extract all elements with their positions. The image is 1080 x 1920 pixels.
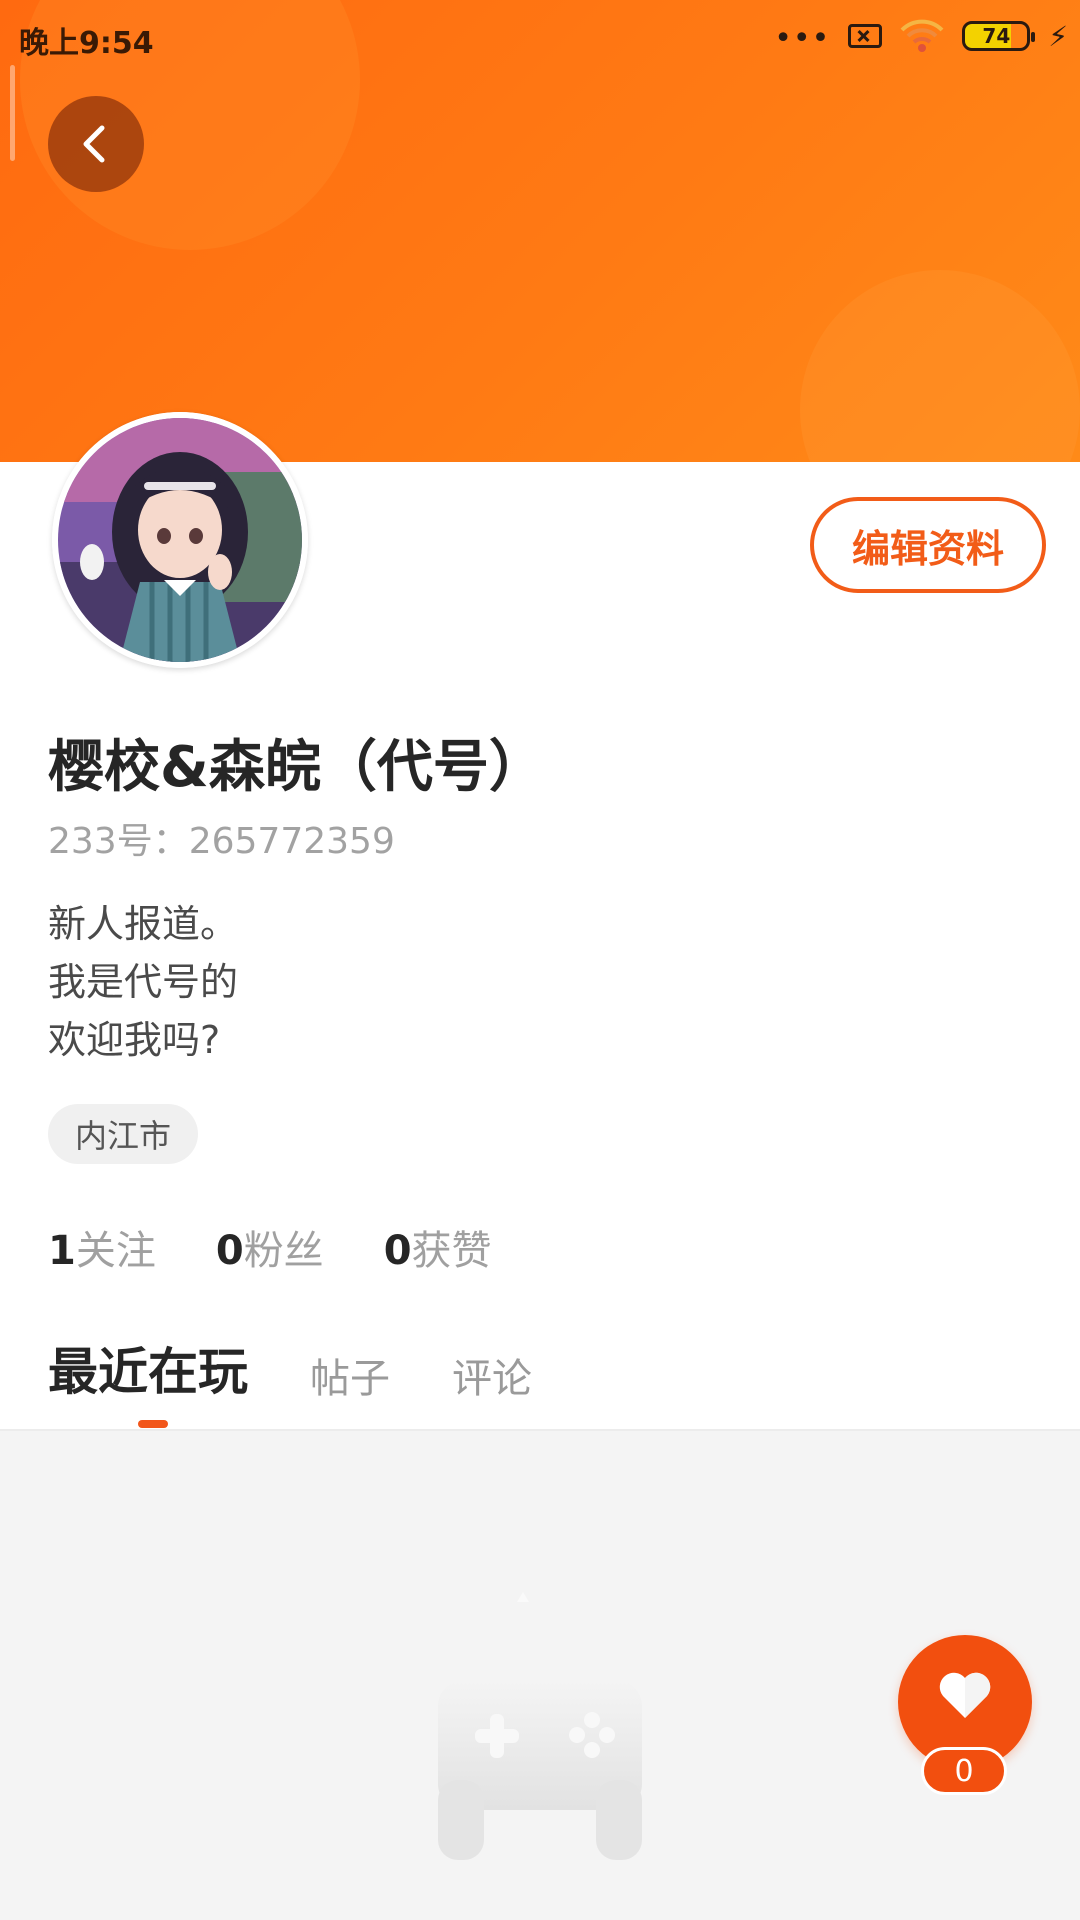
edge-handle (10, 65, 15, 161)
tab-recently-played[interactable]: 最近在玩 (48, 1332, 248, 1404)
status-bar: 晚上9:54 ••• 74 ⚡ (0, 0, 1080, 70)
gamepad-icon (438, 1592, 642, 1860)
avatar-illustration (52, 412, 308, 668)
stat-following[interactable]: 1关注 (48, 1218, 156, 1276)
stat-label: 获赞 (411, 1228, 492, 1274)
bio-line: 新人报道。 (48, 902, 239, 946)
battery-icon: 74 (962, 21, 1036, 51)
status-time: 晚上9:54 (19, 26, 154, 61)
back-button[interactable] (48, 96, 144, 192)
tab-comments[interactable]: 评论 (452, 1346, 532, 1404)
status-icons: ••• 74 ⚡ (774, 14, 1068, 58)
like-count: 0 (921, 1747, 1007, 1795)
bio: 新人报道。 我是代号的 欢迎我吗? (48, 895, 238, 1069)
tab-indicator (138, 1420, 168, 1428)
back-arrow-icon (83, 125, 105, 163)
profile-tabs: 最近在玩 帖子 评论 (48, 1332, 532, 1404)
charging-icon: ⚡ (1048, 19, 1068, 53)
bio-line: 我是代号的 (48, 960, 239, 1004)
wifi-icon (900, 19, 944, 52)
tab-posts[interactable]: 帖子 (310, 1346, 390, 1404)
heart-icon (939, 1672, 991, 1718)
stat-number: 1 (48, 1228, 76, 1274)
stat-number: 0 (215, 1228, 244, 1274)
user-id: 233号：265772359 (48, 821, 395, 862)
location-tag: 内江市 (48, 1104, 199, 1164)
stat-likes[interactable]: 0获赞 (384, 1218, 492, 1276)
avatar[interactable] (52, 412, 308, 668)
stat-label: 关注 (75, 1228, 156, 1274)
more-dots-icon: ••• (774, 21, 831, 56)
stat-followers[interactable]: 0粉丝 (216, 1218, 324, 1276)
edit-profile-button[interactable]: 编辑资料 (810, 497, 1046, 593)
no-sim-icon (848, 24, 883, 48)
banner-decoration (800, 270, 1080, 462)
stat-number: 0 (383, 1228, 412, 1274)
stats-row: 1关注 0粉丝 0获赞 (48, 1218, 492, 1276)
bio-line: 欢迎我吗? (48, 1018, 221, 1062)
nickname: 樱校&森皖（代号） (48, 735, 545, 800)
stat-label: 粉丝 (243, 1228, 324, 1274)
battery-level: 74 (982, 24, 1011, 48)
